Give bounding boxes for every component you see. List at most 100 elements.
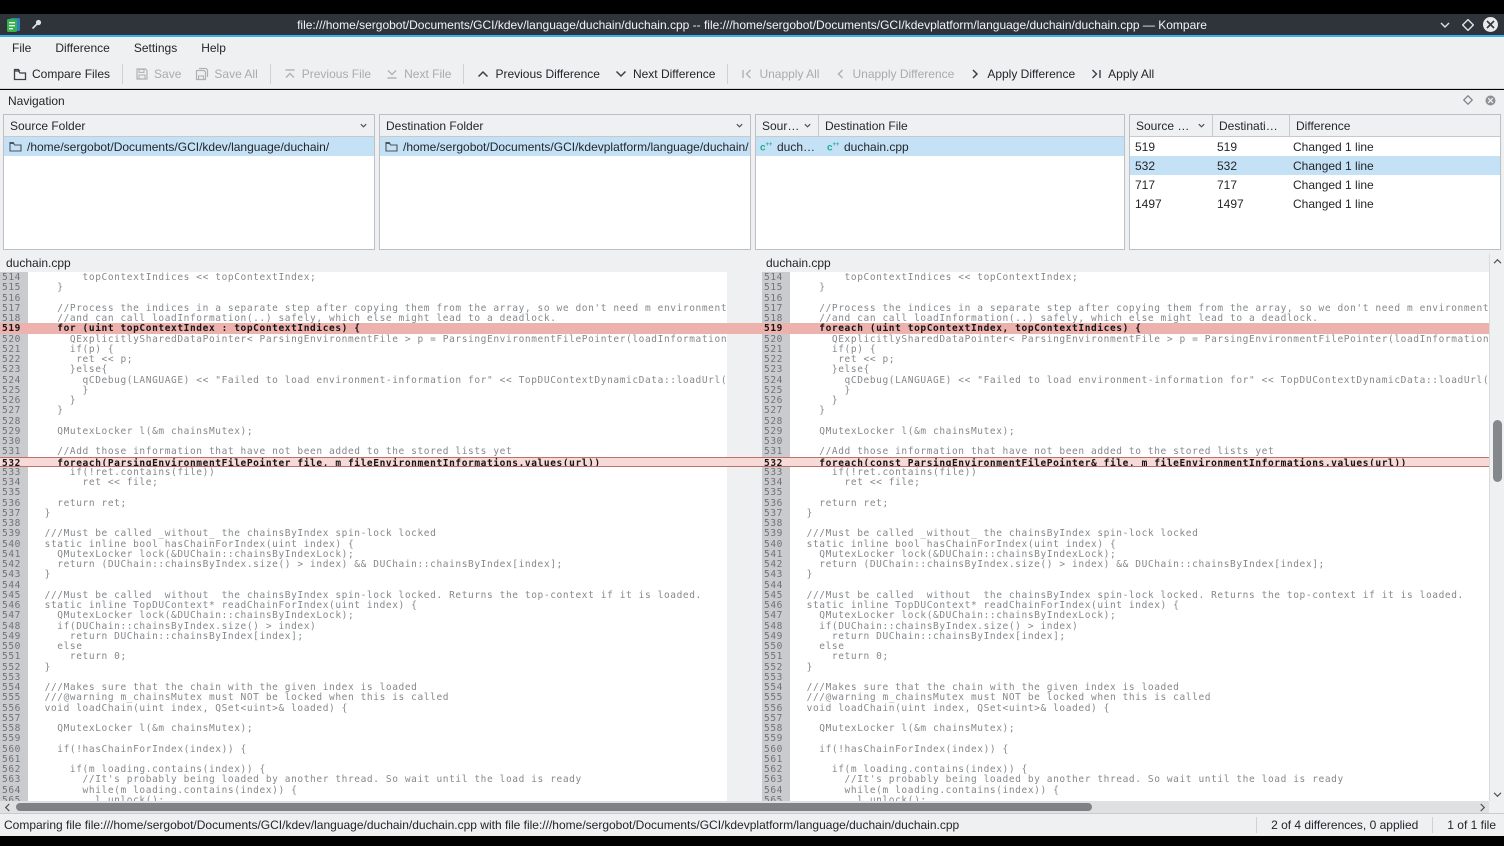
difference-cell-diff: Changed 1 line [1288, 140, 1500, 154]
code-text: foreach(const ParsingEnvironmentFilePoin… [790, 458, 1489, 466]
line-number: 549 [0, 631, 28, 641]
destination-line-header[interactable]: Destination Line [1213, 115, 1289, 136]
unapply-difference-button[interactable]: Unapply Difference [826, 64, 961, 84]
code-text [28, 672, 727, 682]
code-text: } [28, 395, 727, 405]
code-line: 521 if(p) { [762, 344, 1489, 354]
sort-chevron-down-icon [803, 121, 812, 130]
line-number: 534 [762, 477, 790, 487]
dock-float-icon[interactable] [1462, 94, 1474, 106]
horizontal-scrollbar-thumb[interactable] [16, 803, 1092, 811]
code-text: ///@warning m_chainsMutex must NOT be lo… [28, 692, 727, 702]
code-line: 563 //It's probably being loaded by anot… [762, 774, 1489, 784]
code-line: 560 if(!hasChainForIndex(index)) { [762, 744, 1489, 754]
svg-text:++: ++ [833, 142, 840, 148]
changed-code-line-519[interactable]: 519 foreach (uint topContextIndex, topCo… [762, 323, 1489, 333]
destination-folder-header[interactable]: Destination Folder [380, 115, 750, 137]
changed-code-line-532[interactable]: 532 foreach(ParsingEnvironmentFilePointe… [0, 457, 727, 467]
code-line: 534 ret << file; [0, 477, 727, 487]
code-text: ///Must be called _without_ the chainsBy… [28, 528, 727, 538]
code-text: QMutexLocker lock(&DUChain::chainsByInde… [790, 610, 1489, 620]
difference-row-519[interactable]: 519519Changed 1 line [1130, 137, 1500, 156]
line-number: 552 [0, 662, 28, 672]
next-file-button[interactable]: Next File [378, 64, 458, 84]
diff-connector-row [727, 641, 762, 651]
code-line: 539 ///Must be called _without_ the chai… [0, 528, 727, 538]
destination-folder-row[interactable]: /home/sergobot/Documents/GCI/kdevplatfor… [380, 137, 750, 156]
line-number: 536 [762, 498, 790, 508]
save-all-button[interactable]: Save All [188, 64, 264, 84]
minimize-button[interactable] [1437, 17, 1452, 32]
source-folder-header[interactable]: Source Folder [4, 115, 374, 137]
changed-code-line-519[interactable]: 519 for (uint topContextIndex : topConte… [0, 323, 727, 333]
close-button[interactable] [1483, 17, 1498, 32]
source-line-header[interactable]: Source Line [1130, 115, 1212, 136]
diff-connector-row [727, 539, 762, 549]
code-line: 552 } [762, 662, 1489, 672]
maximize-button[interactable] [1460, 17, 1475, 32]
code-text: return DUChain::chainsByIndex[index]; [790, 631, 1489, 641]
source-folder-row[interactable]: /home/sergobot/Documents/GCI/kdev/langua… [4, 137, 374, 156]
file-pair-row[interactable]: c++ duchain.cpp c++ duchain.cpp [756, 137, 1124, 156]
apply-all-button[interactable]: Apply All [1082, 64, 1161, 84]
line-number: 514 [0, 272, 28, 282]
vertical-scrollbar-thumb[interactable] [1493, 420, 1502, 482]
source-code-pane[interactable]: 514 topContextIndices << topContextIndex… [0, 272, 727, 801]
toolbar-button-label: Next Difference [633, 67, 715, 81]
scroll-right-icon[interactable] [1477, 801, 1487, 813]
code-line: 522 ret << p; [0, 354, 727, 364]
difference-cell-source: 717 [1130, 178, 1212, 192]
difference-row-717[interactable]: 717717Changed 1 line [1130, 175, 1500, 194]
diff-connector-row [727, 416, 762, 426]
previous-difference-button[interactable]: Previous Difference [469, 64, 607, 84]
code-line: 521 if(p) { [0, 344, 727, 354]
changed-code-line-532[interactable]: 532 foreach(const ParsingEnvironmentFile… [762, 457, 1489, 467]
line-number: 557 [0, 713, 28, 723]
diff-connector-row [727, 344, 762, 354]
code-text [28, 436, 727, 446]
code-line: 544 [762, 580, 1489, 590]
code-text [28, 416, 727, 426]
line-number: 542 [0, 559, 28, 569]
diff-connector-row [727, 303, 762, 313]
menu-file[interactable]: File [0, 37, 43, 59]
unapply-all-button[interactable]: Unapply All [733, 64, 826, 84]
source-file-header[interactable]: Source File [756, 115, 818, 136]
scroll-left-icon[interactable] [2, 801, 12, 813]
vertical-scrollbar[interactable] [1489, 254, 1504, 801]
line-number: 521 [0, 344, 28, 354]
code-text: topContextIndices << topContextIndex; [28, 272, 727, 282]
destination-code-pane[interactable]: 514 topContextIndices << topContextIndex… [762, 272, 1489, 801]
code-line: 536 return ret; [762, 498, 1489, 508]
scroll-up-icon[interactable] [1490, 256, 1504, 266]
code-text: } [790, 662, 1489, 672]
difference-header[interactable]: Difference [1290, 115, 1500, 136]
save-button[interactable]: Save [128, 64, 188, 84]
code-line: 529 QMutexLocker l(&m_chainsMutex); [0, 426, 727, 436]
code-text: QExplicitlySharedDataPointer< ParsingEnv… [790, 334, 1489, 344]
horizontal-scrollbar[interactable] [0, 801, 1489, 813]
toolbar-button-label: Apply Difference [987, 67, 1075, 81]
next-difference-button[interactable]: Next Difference [607, 64, 722, 84]
menu-difference[interactable]: Difference [43, 37, 121, 59]
dock-close-icon[interactable] [1484, 94, 1496, 106]
previous-file-button[interactable]: Previous File [276, 64, 378, 84]
code-line: 541 QMutexLocker lock(&DUChain::chainsBy… [0, 549, 727, 559]
diff-connector-row [727, 723, 762, 733]
difference-row-532[interactable]: 532532Changed 1 line [1130, 156, 1500, 175]
apply-difference-button[interactable]: Apply Difference [961, 64, 1082, 84]
line-number: 561 [762, 754, 790, 764]
code-text: //Add those information that have not be… [790, 446, 1489, 456]
line-number: 553 [762, 672, 790, 682]
code-line: 555 ///@warning m_chainsMutex must NOT b… [0, 692, 727, 702]
code-text: QMutexLocker lock(&DUChain::chainsByInde… [28, 610, 727, 620]
line-number: 547 [762, 610, 790, 620]
compare-files-button[interactable]: Compare Files [6, 64, 117, 84]
menu-settings[interactable]: Settings [122, 37, 189, 59]
menu-help[interactable]: Help [189, 37, 238, 59]
code-line: 555 ///@warning m_chainsMutex must NOT b… [762, 692, 1489, 702]
difference-row-1497[interactable]: 14971497Changed 1 line [1130, 194, 1500, 213]
destination-file-header[interactable]: Destination File [819, 115, 1124, 136]
scroll-down-icon[interactable] [1490, 789, 1504, 799]
sort-chevron-down-icon [735, 121, 744, 130]
